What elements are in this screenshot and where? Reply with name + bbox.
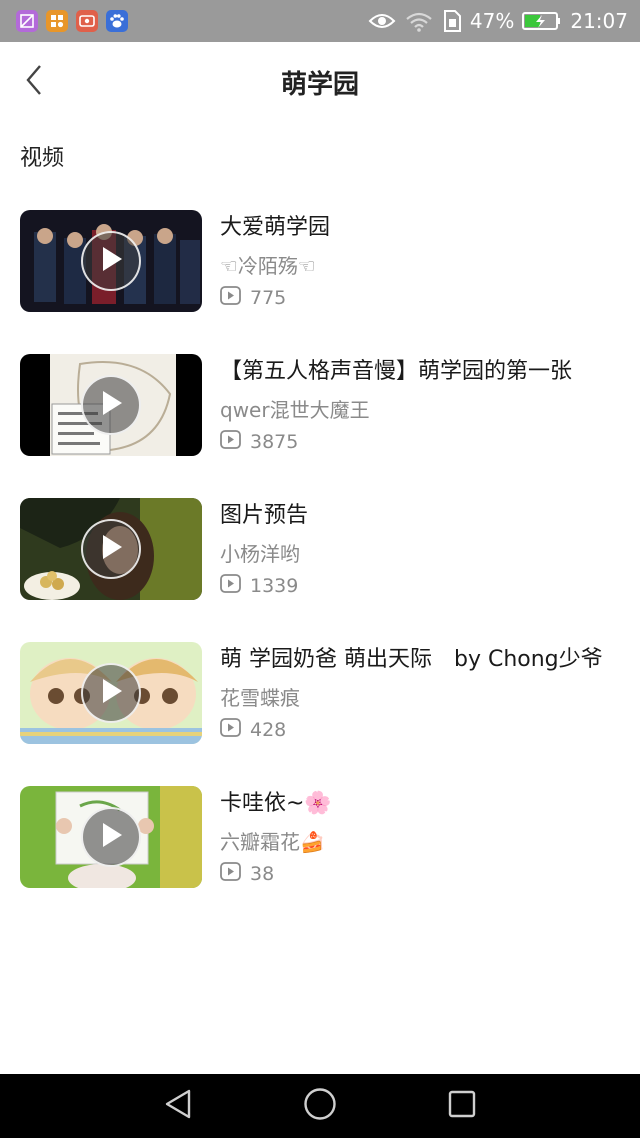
recents-square-icon: [447, 1089, 477, 1123]
video-title[interactable]: 【第五人格声音慢】萌学园的第一张: [220, 356, 620, 388]
video-author[interactable]: 小杨洋哟: [220, 540, 300, 568]
baidu-paw-icon: [106, 10, 128, 32]
system-nav-bar: [0, 1074, 640, 1138]
clock: 21:07: [570, 9, 628, 33]
header: 萌学园: [0, 42, 640, 122]
play-count-icon: [220, 718, 241, 742]
page-title: 萌学园: [280, 70, 359, 100]
video-item[interactable]: 【第五人格声音慢】萌学园的第一张 qwer混世大魔王 3875: [0, 354, 640, 498]
play-icon: [98, 389, 124, 421]
play-count-icon: [220, 286, 241, 310]
play-button[interactable]: [81, 231, 141, 291]
video-author[interactable]: qwer混世大魔王: [220, 396, 370, 424]
video-thumbnail[interactable]: [20, 210, 202, 312]
app-store-icon: [46, 10, 68, 32]
video-thumbnail[interactable]: [20, 786, 202, 888]
play-button[interactable]: [81, 519, 141, 579]
video-thumbnail[interactable]: [20, 354, 202, 456]
status-bar: 47% 21:07: [0, 0, 640, 42]
nav-back-button[interactable]: [158, 1088, 198, 1124]
video-app-icon: [76, 10, 98, 32]
status-app-icons: [16, 10, 128, 32]
video-item[interactable]: 图片预告 小杨洋哟 1339: [0, 498, 640, 642]
play-count-icon: [220, 574, 241, 598]
nav-home-button[interactable]: [300, 1088, 340, 1124]
play-icon: [98, 821, 124, 853]
video-author[interactable]: 花雪蝶痕: [220, 684, 300, 712]
video-author[interactable]: ☜冷陌殇☜: [220, 252, 316, 280]
section-label: 视频: [20, 146, 65, 171]
play-count: 3875: [220, 430, 298, 454]
play-icon: [98, 677, 124, 709]
gallery-app-icon: [16, 10, 38, 32]
video-item[interactable]: 卡哇依~🌸 六瓣霜花🍰 38: [0, 786, 640, 930]
play-button[interactable]: [81, 807, 141, 867]
eye-comfort-icon: [368, 11, 396, 31]
video-list: 大爱萌学园 ☜冷陌殇☜ 775 【第五人格声音慢】萌学园的第一张 qwer混世大…: [0, 210, 640, 930]
video-title[interactable]: 卡哇依~🌸: [220, 788, 620, 820]
video-item[interactable]: 萌 学园奶爸 萌出天际 by Chong少爷 花雪蝶痕 428: [0, 642, 640, 786]
play-count-icon: [220, 430, 241, 454]
video-item[interactable]: 大爱萌学园 ☜冷陌殇☜ 775: [0, 210, 640, 354]
play-count-value: 775: [250, 287, 287, 309]
play-count: 775: [220, 286, 286, 310]
play-button[interactable]: [81, 375, 141, 435]
video-thumbnail[interactable]: [20, 642, 202, 744]
video-title[interactable]: 图片预告: [220, 500, 620, 532]
play-count: 1339: [220, 574, 298, 598]
video-title[interactable]: 萌 学园奶爸 萌出天际 by Chong少爷: [220, 644, 620, 676]
home-circle-icon: [303, 1087, 337, 1125]
video-title[interactable]: 大爱萌学园: [220, 212, 620, 244]
play-icon: [98, 533, 124, 565]
play-count: 38: [220, 862, 274, 886]
play-count-icon: [220, 862, 241, 886]
wifi-icon: [404, 10, 434, 32]
battery-charging-icon: [522, 10, 562, 32]
nav-recents-button[interactable]: [442, 1088, 482, 1124]
play-icon: [98, 245, 124, 277]
play-count-value: 38: [250, 863, 275, 885]
play-count-value: 1339: [250, 575, 299, 597]
sim-icon: [442, 9, 462, 33]
battery-percent: 47%: [469, 9, 515, 33]
video-author[interactable]: 六瓣霜花🍰: [220, 828, 325, 856]
video-thumbnail[interactable]: [20, 498, 202, 600]
play-button[interactable]: [81, 663, 141, 723]
play-count-value: 3875: [250, 431, 299, 453]
back-triangle-icon: [163, 1088, 193, 1124]
play-count-value: 428: [250, 719, 287, 741]
play-count: 428: [220, 718, 286, 742]
